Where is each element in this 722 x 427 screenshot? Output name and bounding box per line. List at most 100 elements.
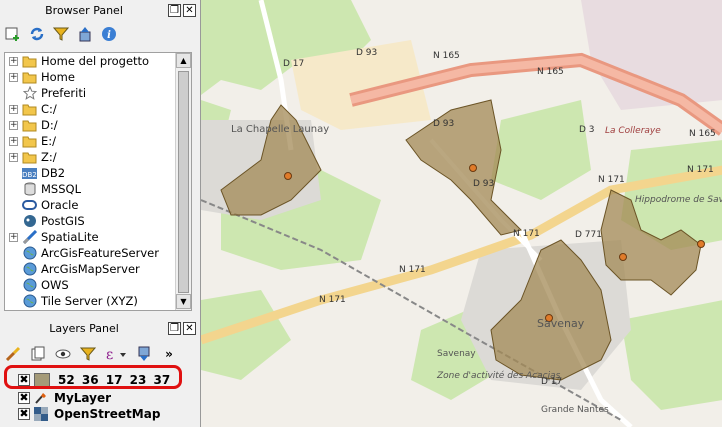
expand-toggle[interactable]: + <box>9 104 18 114</box>
browser-item-label: D:/ <box>41 118 58 132</box>
road-label: N 171 <box>687 165 714 175</box>
layers-panel-titlebar: Layers Panel ❐ ✕ <box>2 319 196 337</box>
refresh-icon <box>30 27 44 41</box>
expand-toggle[interactable]: + <box>9 136 18 146</box>
browser-item-c[interactable]: + C:/ <box>5 101 191 117</box>
layer-row[interactable]: ✖ OpenStreetMap <box>4 406 196 422</box>
layer-row[interactable]: ✖ MyLayer <box>4 390 196 406</box>
more-tools-button[interactable]: » <box>160 345 178 363</box>
road-label: D 93 <box>356 48 377 58</box>
globe-icon <box>22 246 37 260</box>
expand-toggle[interactable]: + <box>9 56 18 66</box>
folder-icon <box>22 70 37 84</box>
map-canvas[interactable]: D 17 D 93 N 165 N 165 N 165 D 3 La Colle… <box>200 0 722 427</box>
visibility-button[interactable] <box>54 345 72 363</box>
centroid-point[interactable] <box>619 253 627 261</box>
browser-item-label: PostGIS <box>41 214 85 228</box>
scroll-down-arrow[interactable]: ▼ <box>176 294 191 309</box>
browser-item-label: Z:/ <box>41 150 57 164</box>
filter-button[interactable] <box>52 25 70 43</box>
style-manager-button[interactable] <box>4 345 22 363</box>
globe-icon <box>22 262 37 276</box>
browser-tree[interactable]: + Home del progetto + Home Preferiti + C:/ + D:/… <box>4 52 192 311</box>
road-label: D 3 <box>579 125 595 135</box>
browser-item-oracle[interactable]: Oracle <box>5 197 191 213</box>
filter-legend-button[interactable] <box>79 345 97 363</box>
browser-item-preferiti[interactable]: Preferiti <box>5 85 191 101</box>
place-label: Grande Nantes <box>541 405 609 415</box>
road-label: D 93 <box>473 179 494 189</box>
browser-item-mssql[interactable]: MSSQL <box>5 181 191 197</box>
browser-scrollbar[interactable]: ▲ ▼ <box>175 53 191 310</box>
road-label: N 165 <box>537 67 564 77</box>
browser-item-arcgismapserver[interactable]: ArcGisMapServer <box>5 261 191 277</box>
globe-icon <box>22 278 37 292</box>
filter-icon <box>53 27 69 41</box>
eye-icon <box>55 349 71 359</box>
browser-item-label: OWS <box>41 278 69 292</box>
star-icon <box>22 86 37 100</box>
browser-item-label: ArcGisMapServer <box>41 262 140 276</box>
browser-toolbar: i <box>4 22 118 46</box>
left-dock: Browser Panel ❐ ✕ i + Home del progetto + H… <box>0 0 198 427</box>
annotation-highlight-ellipse <box>4 365 182 389</box>
scroll-thumb[interactable] <box>178 71 189 293</box>
close-layers-panel-button[interactable]: ✕ <box>183 321 196 335</box>
browser-item-label: Tile Server (XYZ) <box>41 294 138 308</box>
browser-item-label: SpatiaLite <box>41 230 99 244</box>
spatialite-icon <box>22 230 37 244</box>
browser-item-arcgisfeatureserver[interactable]: ArcGisFeatureServer <box>5 245 191 261</box>
float-layers-panel-button[interactable]: ❐ <box>168 321 181 335</box>
svg-text:DB2: DB2 <box>22 171 37 179</box>
layer-name[interactable]: MyLayer <box>54 391 111 405</box>
road-label: D 93 <box>433 119 454 129</box>
centroid-point[interactable] <box>697 240 705 248</box>
layer-visibility-checkbox[interactable]: ✖ <box>18 408 30 420</box>
close-panel-button[interactable]: ✕ <box>183 3 196 17</box>
browser-item-e[interactable]: + E:/ <box>5 133 191 149</box>
filter-icon <box>80 347 96 361</box>
expand-toggle[interactable]: + <box>9 152 18 162</box>
collapse-icon <box>79 27 91 42</box>
add-group-icon <box>31 346 45 361</box>
add-group-button[interactable] <box>29 345 47 363</box>
browser-item-spatialite[interactable]: + SpatiaLite <box>5 229 191 245</box>
browser-item-postgis[interactable]: PostGIS <box>5 213 191 229</box>
float-panel-button[interactable]: ❐ <box>168 3 181 17</box>
browser-item-db2[interactable]: DB2 DB2 <box>5 165 191 181</box>
browser-item-tile-server-xyz[interactable]: Tile Server (XYZ) <box>5 293 191 309</box>
db2-icon: DB2 <box>22 166 37 180</box>
scroll-up-arrow[interactable]: ▲ <box>176 53 191 68</box>
browser-item-d[interactable]: + D:/ <box>5 117 191 133</box>
centroid-point[interactable] <box>284 172 292 180</box>
raster-tile-layer-icon <box>34 407 50 421</box>
centroid-point[interactable] <box>469 164 477 172</box>
filter-expression-button[interactable]: ε <box>104 345 128 363</box>
collapse-all-button[interactable] <box>76 25 94 43</box>
expand-icon <box>138 346 150 361</box>
road-label: N 171 <box>598 175 625 185</box>
road-label: N 171 <box>319 295 346 305</box>
properties-button[interactable]: i <box>100 25 118 43</box>
place-label: Hippodrome de Savenay <box>635 195 722 205</box>
road-label: D 17 <box>283 59 304 69</box>
browser-item-home-del-progetto[interactable]: + Home del progetto <box>5 53 191 69</box>
add-layer-icon <box>5 27 19 41</box>
browser-item-home[interactable]: + Home <box>5 69 191 85</box>
refresh-button[interactable] <box>28 25 46 43</box>
layer-name[interactable]: OpenStreetMap <box>54 407 160 421</box>
add-selected-layers-button[interactable] <box>4 25 22 43</box>
expand-toggle[interactable]: + <box>9 72 18 82</box>
expand-toggle[interactable]: + <box>9 120 18 130</box>
layers-toolbar: ε » <box>4 342 178 366</box>
svg-text:ε: ε <box>106 347 113 362</box>
expand-all-button[interactable] <box>135 345 153 363</box>
browser-item-label: C:/ <box>41 102 57 116</box>
browser-item-ows[interactable]: OWS <box>5 277 191 293</box>
place-label: La Colleraye <box>605 126 661 136</box>
vector-point-layer-icon <box>34 391 50 405</box>
expand-toggle[interactable]: + <box>9 232 18 242</box>
browser-item-z[interactable]: + Z:/ <box>5 149 191 165</box>
paintbrush-icon <box>5 346 21 362</box>
layer-visibility-checkbox[interactable]: ✖ <box>18 392 30 404</box>
